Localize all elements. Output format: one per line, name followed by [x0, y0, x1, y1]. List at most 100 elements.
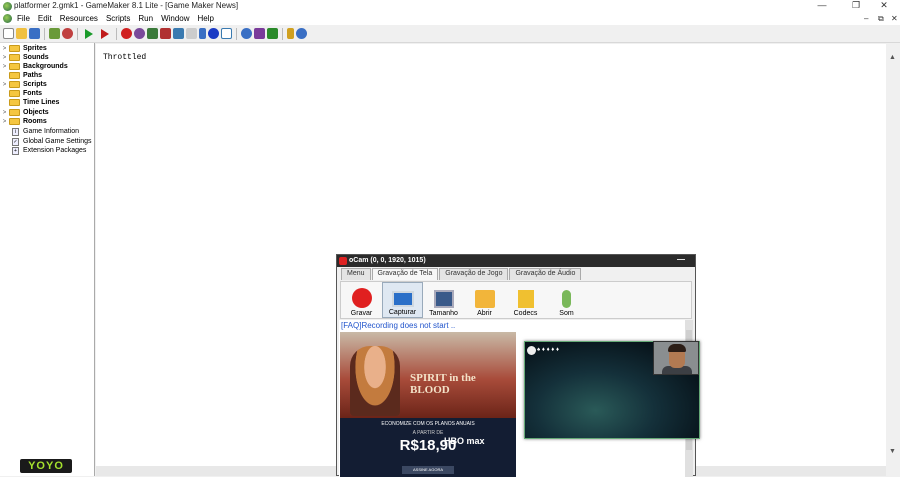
tamanho-button[interactable]: Tamanho: [423, 282, 464, 318]
tree-label: Extension Packages: [23, 147, 87, 154]
scroll-up-icon[interactable]: ▲: [889, 54, 896, 61]
toolbar-separator: [77, 27, 78, 40]
folder-icon: [9, 63, 20, 70]
mdi-close-button[interactable]: ✕: [891, 14, 898, 23]
news-text: Throttled: [103, 53, 147, 62]
tab-gravacao-de-audio[interactable]: Gravação de Áudio: [509, 268, 582, 280]
mdi-restore-button[interactable]: ⧉: [878, 14, 884, 24]
tree-folder-fonts[interactable]: Fonts: [0, 89, 42, 98]
tab-gravacao-de-tela[interactable]: Gravação de Tela: [371, 268, 439, 280]
tree-folder-objects[interactable]: > Objects: [0, 108, 49, 117]
ocam-title-bar[interactable]: oCam (0, 0, 1920, 1015) —: [337, 255, 695, 267]
ad-price: R$18,90: [399, 437, 457, 454]
ad-line2: A PARTIR DE: [412, 430, 444, 436]
scroll-down-icon[interactable]: ▼: [889, 448, 896, 455]
tree-folder-rooms[interactable]: > Rooms: [0, 117, 47, 126]
tree-label: Game Information: [23, 128, 80, 135]
folder-icon: [9, 90, 20, 97]
save-icon[interactable]: [29, 28, 40, 39]
advertisement[interactable]: SPIRIT in the BLOOD ECONOMIZE COM OS PLA…: [340, 332, 516, 477]
expand-arrow-icon[interactable]: >: [0, 64, 9, 70]
timeline-icon[interactable]: [199, 28, 206, 39]
path-icon[interactable]: [160, 28, 171, 39]
manual-icon[interactable]: [287, 28, 294, 39]
tree-folder-scripts[interactable]: > Scripts: [0, 80, 47, 89]
tree-label: Objects: [23, 109, 49, 116]
gravar-button[interactable]: Gravar: [341, 282, 382, 318]
open-icon[interactable]: [16, 28, 27, 39]
som-button[interactable]: Som: [546, 282, 587, 318]
room-icon[interactable]: [221, 28, 232, 39]
mdi-child-icon[interactable]: [3, 14, 12, 23]
gamemaker-app-icon: [3, 2, 12, 11]
menu-window[interactable]: Window: [161, 14, 189, 23]
menu-resources[interactable]: Resources: [60, 14, 98, 23]
ad-cta-button[interactable]: ASSINE AGORA: [402, 466, 454, 474]
tree-label: Fonts: [23, 90, 43, 97]
webcam-overlay: [653, 341, 699, 375]
toolbar-separator: [236, 27, 237, 40]
folder-icon: [9, 81, 20, 88]
ad-line1: ECONOMIZE COM OS PLANOS ANUAIS: [381, 421, 475, 427]
menu-scripts[interactable]: Scripts: [106, 14, 130, 23]
script-icon[interactable]: [173, 28, 184, 39]
codecs-button[interactable]: Codecs: [505, 282, 546, 318]
restore-button[interactable]: ❐: [846, 0, 866, 11]
abrir-button[interactable]: Abrir: [464, 282, 505, 318]
capture-icon: [391, 291, 414, 307]
faq-link[interactable]: [FAQ]Recording does not start ..: [341, 321, 455, 330]
object-icon[interactable]: [208, 28, 219, 39]
expand-arrow-icon[interactable]: >: [0, 46, 9, 52]
vertical-scrollbar[interactable]: ▲ ▼: [886, 44, 900, 466]
expand-arrow-icon[interactable]: >: [0, 110, 9, 116]
minimize-button[interactable]: —: [812, 0, 832, 10]
ocam-toolbar: Gravar Capturar Tamanho Abrir Codecs Som: [340, 281, 692, 319]
mdi-minimize-button[interactable]: –: [864, 14, 868, 23]
codecs-icon: [517, 290, 534, 308]
tree-item-game-information[interactable]: i Game Information: [0, 127, 79, 136]
background-icon[interactable]: [147, 28, 158, 39]
game-info-icon[interactable]: [241, 28, 252, 39]
tab-menu[interactable]: Menu: [341, 268, 371, 280]
exe-icon[interactable]: [62, 28, 73, 39]
extension-icon[interactable]: [267, 28, 278, 39]
button-label: Gravar: [350, 310, 373, 317]
ocam-minimize-button[interactable]: —: [677, 255, 685, 264]
tree-folder-sprites[interactable]: > Sprites: [0, 44, 47, 53]
tree-item-extension-packages[interactable]: + Extension Packages: [0, 146, 86, 155]
expand-arrow-icon[interactable]: >: [0, 55, 9, 61]
close-button[interactable]: ✕: [874, 0, 894, 11]
menu-file[interactable]: File: [17, 14, 30, 23]
font-icon[interactable]: [186, 28, 197, 39]
debug-icon[interactable]: [101, 28, 109, 39]
sprite-icon[interactable]: [121, 28, 132, 39]
sound-icon[interactable]: [134, 28, 145, 39]
menu-run[interactable]: Run: [138, 14, 153, 23]
expand-arrow-icon[interactable]: >: [0, 119, 9, 125]
extension-icon: +: [12, 146, 19, 155]
menu-edit[interactable]: Edit: [38, 14, 52, 23]
toolbar-separator: [282, 27, 283, 40]
tree-folder-time-lines[interactable]: Time Lines: [0, 98, 59, 107]
game-settings-icon[interactable]: [254, 28, 265, 39]
tree-folder-sounds[interactable]: > Sounds: [0, 53, 49, 62]
help-icon[interactable]: [296, 28, 307, 39]
publish-icon[interactable]: [49, 28, 60, 39]
ocam-tabs: Menu Gravação de Tela Gravação de Jogo G…: [341, 268, 582, 280]
yoyo-logo: YOYO: [20, 459, 72, 473]
menu-bar: File Edit Resources Scripts Run Window H…: [0, 13, 900, 25]
expand-arrow-icon[interactable]: >: [0, 82, 9, 88]
button-label: Tamanho: [429, 310, 458, 317]
resize-icon: [433, 290, 454, 308]
new-icon[interactable]: [3, 28, 14, 39]
ad-person-image: [350, 346, 400, 416]
menu-help[interactable]: Help: [198, 14, 214, 23]
tree-item-global-game-settings[interactable]: ✓ Global Game Settings: [0, 137, 91, 146]
tree-folder-paths[interactable]: Paths: [0, 71, 42, 80]
tree-folder-backgrounds[interactable]: > Backgrounds: [0, 62, 68, 71]
run-icon[interactable]: [85, 28, 93, 39]
toolbar: [0, 25, 900, 43]
tab-gravacao-de-jogo[interactable]: Gravação de Jogo: [439, 268, 509, 280]
capturar-button[interactable]: Capturar: [382, 282, 423, 318]
settings-icon: ✓: [12, 137, 19, 146]
